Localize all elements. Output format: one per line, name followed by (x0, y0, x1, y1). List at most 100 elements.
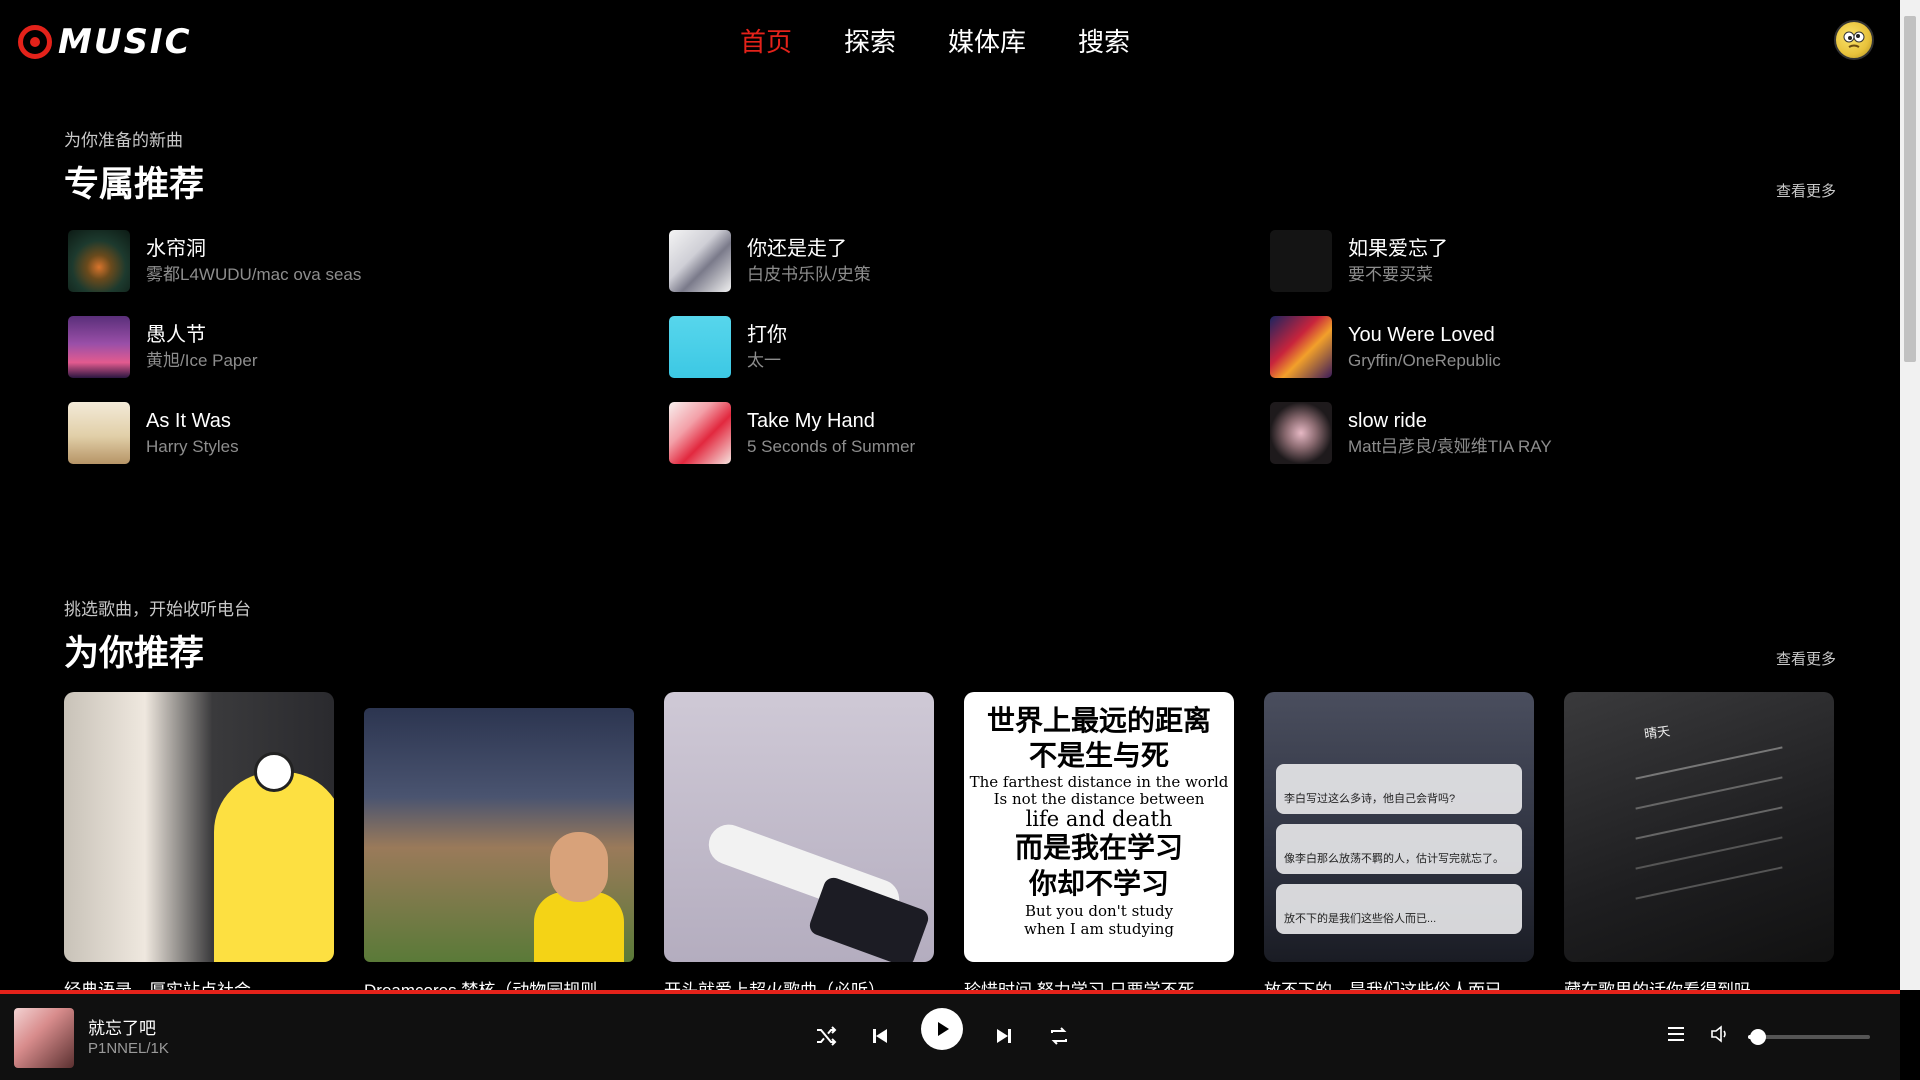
now-playing-title[interactable]: 就忘了吧 (88, 1014, 156, 1039)
playlist-cover (64, 692, 334, 962)
volume-icon (1711, 1025, 1726, 1043)
song-name: 愚人节 (146, 324, 206, 346)
cover-text: when I am studying (1024, 920, 1174, 938)
logo-text: MUSIC (58, 22, 192, 62)
song-item[interactable]: You Were Loved Gryffin/OneRepublic (1270, 312, 1830, 382)
song-item[interactable]: 水帘洞 雾都L4WUDU/mac ova seas (68, 226, 628, 296)
page-scrollbar[interactable] (1900, 0, 1920, 990)
chat-bubble: 放不下的是我们这些俗人而已... (1276, 884, 1522, 934)
nav-library[interactable]: 媒体库 (948, 22, 1026, 62)
song-name: As It Was (146, 410, 231, 432)
playlist-cover: 晴天 (1564, 692, 1834, 962)
nav-home[interactable]: 首页 (740, 22, 792, 62)
nav-search[interactable]: 搜索 (1078, 22, 1130, 62)
section1-subtitle: 为你准备的新曲 (64, 131, 183, 150)
play-button[interactable] (921, 1008, 963, 1050)
song-artist: Harry Styles (146, 437, 239, 456)
top-header: MUSIC 首页 探索 媒体库 搜索 (0, 0, 1900, 86)
cover-text: But you don't study (1024, 902, 1174, 920)
volume-slider[interactable] (1748, 1029, 1870, 1045)
song-name: slow ride (1348, 410, 1427, 432)
song-cover (68, 402, 130, 464)
scrollbar-thumb[interactable] (1904, 16, 1916, 362)
song-item[interactable]: As It Was Harry Styles (68, 398, 628, 468)
song-item[interactable]: 如果爱忘了 要不要买菜 (1270, 226, 1830, 296)
song-cover (1270, 402, 1332, 464)
chat-bubble: 李白写过这么多诗，他自己会背吗? (1276, 764, 1522, 814)
playlist-card[interactable]: 开头就爱上超火歌曲（必听） (664, 692, 934, 998)
queue-list-icon (1668, 1027, 1684, 1041)
playlist-card[interactable]: Dreamcores 梦核（动物园规则 (364, 692, 634, 998)
play-icon (938, 1022, 949, 1036)
logo[interactable]: MUSIC (18, 22, 192, 62)
song-name: 你还是走了 (747, 238, 847, 260)
cover-text: 你却不学习 (1028, 867, 1169, 900)
next-button[interactable] (986, 1018, 1022, 1054)
now-playing-cover[interactable] (14, 1008, 74, 1068)
song-artist: 5 Seconds of Summer (747, 437, 916, 456)
playlist-queue-button[interactable] (1660, 1018, 1692, 1050)
repeat-button[interactable] (1041, 1018, 1077, 1054)
section2-see-more-link[interactable]: 查看更多 (1776, 648, 1836, 669)
song-cover (1270, 316, 1332, 378)
song-item[interactable]: 愚人节 黄旭/Ice Paper (68, 312, 628, 382)
song-item[interactable]: Take My Hand 5 Seconds of Summer (669, 398, 1229, 468)
skip-next-icon (997, 1029, 1011, 1043)
section1-see-more-link[interactable]: 查看更多 (1776, 180, 1836, 201)
song-name: 如果爱忘了 (1348, 238, 1448, 260)
cover-text: Is not the distance between (993, 790, 1205, 808)
cover-text: life and death (1025, 807, 1173, 831)
now-playing-artist[interactable]: P1NNEL/1K (88, 1040, 169, 1057)
song-item[interactable]: 打你 太一 (669, 312, 1229, 382)
song-name: Take My Hand (747, 410, 875, 432)
section2-subtitle: 挑选歌曲，开始收听电台 (64, 600, 251, 619)
cover-text: 世界上最远的距离 (986, 704, 1211, 737)
volume-knob[interactable] (1749, 1029, 1766, 1045)
section1-title: 专属推荐 (64, 165, 205, 204)
playlist-card[interactable]: 晴天 藏在歌里的话你看得到吗 (1564, 692, 1834, 998)
playlist-cover: 世界上最远的距离 不是生与死 The farthest distance in … (964, 692, 1234, 962)
song-cover (669, 316, 731, 378)
playlist-cover (664, 692, 934, 962)
song-cover (669, 230, 731, 292)
section2-title: 为你推荐 (64, 634, 205, 673)
song-item[interactable]: 你还是走了 白皮书乐队/史策 (669, 226, 1229, 296)
main-nav: 首页 探索 媒体库 搜索 (740, 22, 1130, 62)
song-artist: 要不要买菜 (1348, 265, 1433, 284)
volume-button[interactable] (1704, 1018, 1736, 1050)
cover-text: The farthest distance in the world (969, 773, 1229, 791)
cartoon-figure (214, 772, 334, 962)
cover-text: 而是我在学习 (1014, 831, 1183, 864)
vinyl-record-icon (18, 25, 52, 59)
playlist-card[interactable]: 世界上最远的距离 不是生与死 The farthest distance in … (964, 692, 1234, 998)
song-name: 水帘洞 (146, 238, 206, 260)
song-cover (68, 230, 130, 292)
song-item[interactable]: slow ride Matt吕彦良/袁娅维TIA RAY (1270, 398, 1830, 468)
user-avatar[interactable] (1834, 20, 1874, 60)
previous-button[interactable] (862, 1018, 898, 1054)
playlist-cover (364, 708, 634, 962)
playlist-cards: 经典语录，厚实站点社会 Dreamcores 梦核（动物园规则 开头就爱上超火歌… (64, 692, 1839, 998)
song-name: 打你 (747, 324, 787, 346)
song-artist: 雾都L4WUDU/mac ova seas (146, 265, 362, 284)
playlist-card[interactable]: 李白写过这么多诗，他自己会背吗? 像李白那么放荡不羁的人，估计写完就忘了。 放不… (1264, 692, 1534, 998)
song-cover (1270, 230, 1332, 292)
song-artist: 白皮书乐队/史策 (747, 265, 871, 284)
song-artist: 黄旭/Ice Paper (146, 351, 258, 370)
chat-bubble: 像李白那么放荡不羁的人，估计写完就忘了。 (1276, 824, 1522, 874)
song-grid: 水帘洞 雾都L4WUDU/mac ova seas 愚人节 黄旭/Ice Pap… (66, 226, 1836, 496)
cover-text: 不是生与死 (1028, 739, 1169, 772)
shuffle-icon (817, 1026, 837, 1046)
song-name: You Were Loved (1348, 324, 1495, 346)
skip-previous-icon (873, 1029, 887, 1043)
song-artist: 太一 (747, 351, 781, 370)
playlist-card[interactable]: 经典语录，厚实站点社会 (64, 692, 334, 998)
song-cover (669, 402, 731, 464)
playlist-cover: 李白写过这么多诗，他自己会背吗? 像李白那么放荡不羁的人，估计写完就忘了。 放不… (1264, 692, 1534, 962)
nav-explore[interactable]: 探索 (844, 22, 896, 62)
song-artist: Gryffin/OneRepublic (1348, 351, 1501, 370)
app-page: MUSIC 首页 探索 媒体库 搜索 为你准备的新曲 专属推荐 查看更多 水帘洞… (0, 0, 1920, 1080)
player-bar: 就忘了吧 P1NNEL/1K (0, 990, 1900, 1080)
shuffle-button[interactable] (808, 1018, 844, 1054)
emoji-face-icon (1843, 31, 1865, 48)
